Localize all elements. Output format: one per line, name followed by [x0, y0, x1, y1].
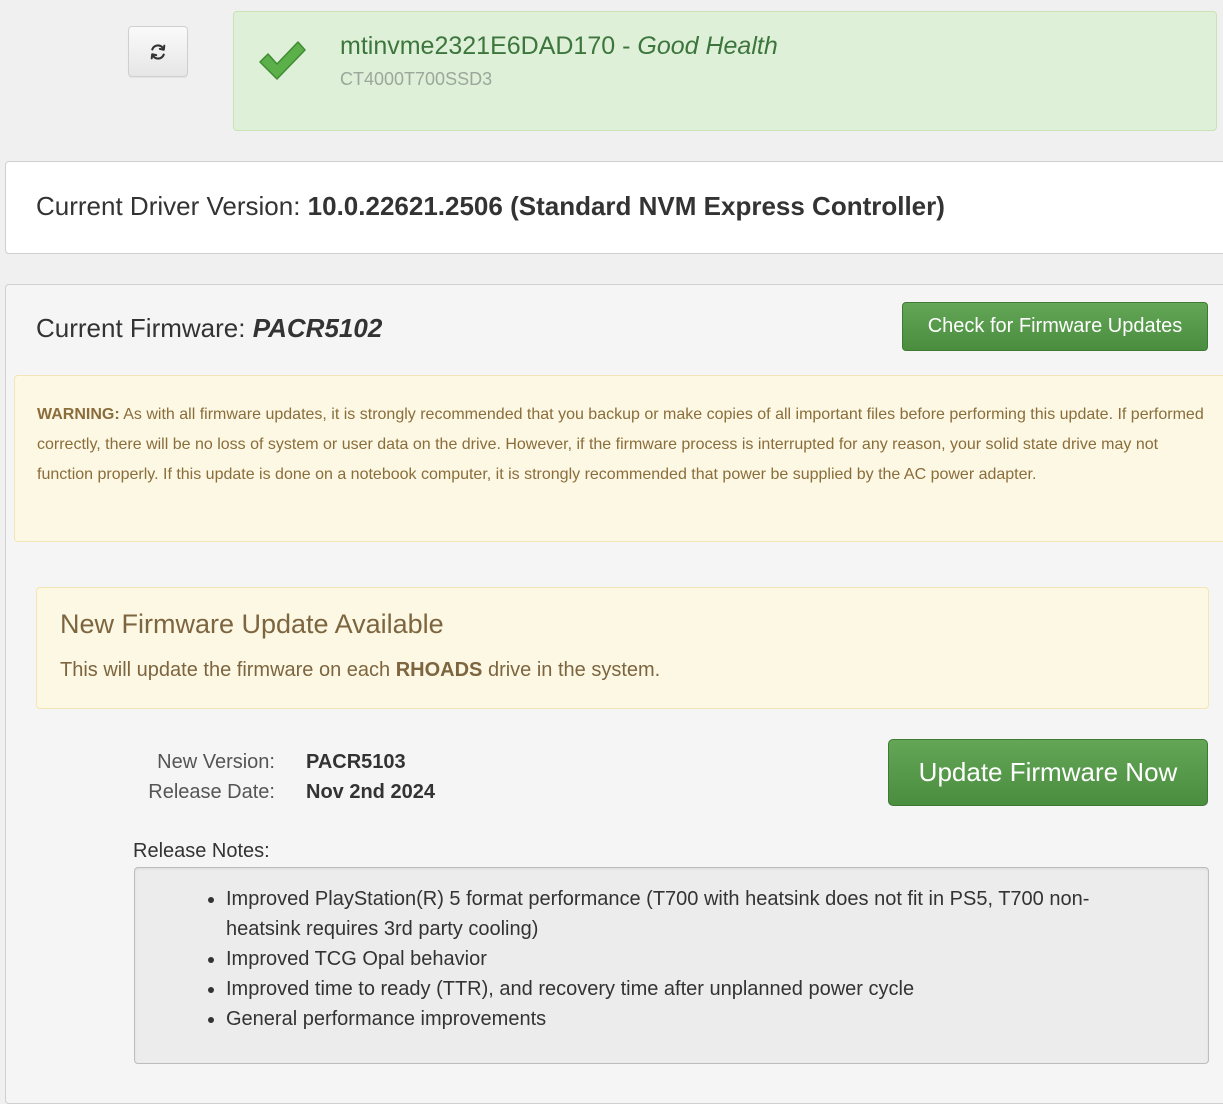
- driver-version-text: Current Driver Version: 10.0.22621.2506 …: [36, 191, 945, 222]
- update-desc-drive: RHOADS: [395, 659, 483, 681]
- new-version-label: New Version:: [157, 751, 275, 773]
- drive-model: CT4000T700SSD3: [340, 69, 493, 89]
- driver-version-value: 10.0.22621.2506 (Standard NVM Express Co…: [307, 191, 945, 221]
- drive-health-status: Good Health: [637, 32, 778, 60]
- firmware-warning: WARNING: As with all firmware updates, i…: [14, 375, 1223, 542]
- new-version-value: PACR5103: [306, 751, 406, 773]
- current-firmware-value: PACR5102: [252, 313, 383, 343]
- current-firmware: Current Firmware: PACR5102: [36, 313, 382, 344]
- refresh-button[interactable]: [128, 26, 188, 77]
- release-notes-box[interactable]: Improved PlayStation(R) 5 format perform…: [134, 867, 1209, 1064]
- release-note-item: General performance improvements: [226, 1004, 1138, 1034]
- update-available-title: New Firmware Update Available: [60, 609, 444, 639]
- release-note-item: Improved PlayStation(R) 5 format perform…: [226, 884, 1138, 944]
- driver-version-panel: Current Driver Version: 10.0.22621.2506 …: [5, 161, 1223, 254]
- update-desc-before: This will update the firmware on each: [60, 659, 396, 681]
- check-icon: [259, 41, 306, 80]
- drive-name: mtinvme2321E6DAD170: [340, 32, 616, 60]
- refresh-icon: [150, 43, 166, 60]
- drive-title-separator: -: [615, 32, 638, 60]
- release-date-value: Nov 2nd 2024: [306, 781, 435, 803]
- update-firmware-now-button[interactable]: Update Firmware Now: [888, 739, 1208, 806]
- update-available-box: New Firmware Update Available This will …: [36, 587, 1209, 709]
- current-firmware-label: Current Firmware:: [36, 313, 253, 343]
- release-note-item: Improved time to ready (TTR), and recove…: [226, 974, 1138, 1004]
- update-desc-after: drive in the system.: [482, 659, 661, 681]
- driver-version-label: Current Driver Version:: [36, 191, 308, 221]
- update-available-description: This will update the firmware on each RH…: [60, 659, 660, 682]
- release-notes-label: Release Notes:: [133, 840, 270, 862]
- warning-text: As with all firmware updates, it is stro…: [37, 406, 1204, 483]
- check-firmware-updates-button[interactable]: Check for Firmware Updates: [902, 302, 1208, 351]
- release-date-label: Release Date:: [148, 781, 275, 803]
- warning-prefix: WARNING:: [37, 406, 120, 423]
- drive-health-card: mtinvme2321E6DAD170 - Good Health CT4000…: [233, 11, 1217, 131]
- release-notes-list: Improved PlayStation(R) 5 format perform…: [226, 884, 1138, 1034]
- release-note-item: Improved TCG Opal behavior: [226, 944, 1138, 974]
- drive-title: mtinvme2321E6DAD170 - Good Health: [340, 32, 778, 61]
